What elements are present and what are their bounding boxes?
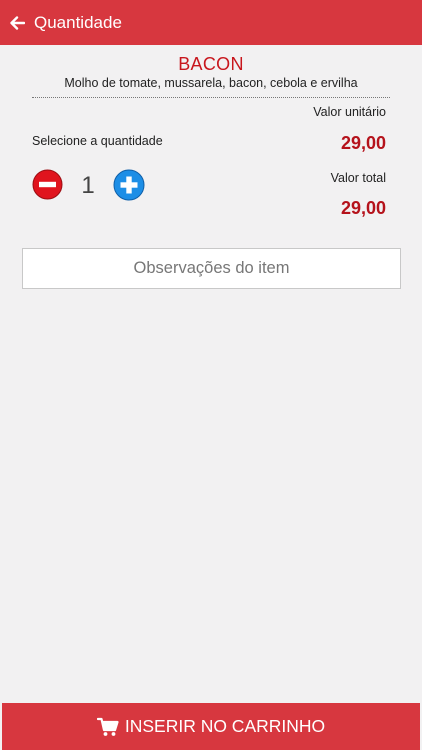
add-to-cart-label: INSERIR NO CARRINHO — [124, 716, 326, 736]
plus-circle-icon — [113, 169, 145, 201]
minus-circle-icon — [32, 169, 63, 200]
page-title: Quantidade — [34, 12, 122, 32]
add-to-cart-button[interactable]: INSERIR NO CARRINHO — [2, 703, 420, 750]
unit-price-label: Valor unitário — [313, 105, 386, 119]
app-header: Quantidade — [0, 0, 422, 45]
item-name: BACON — [178, 54, 244, 74]
total-price-label: Valor total — [330, 171, 386, 185]
unit-price-value: 29,00 — [340, 133, 386, 153]
divider — [32, 97, 390, 98]
back-button[interactable] — [0, 0, 34, 45]
decrease-quantity-button[interactable] — [32, 169, 63, 200]
observations-input[interactable]: Observações do item — [22, 248, 401, 289]
cart-icon — [96, 717, 119, 737]
quantity-label: Selecione a quantidade — [32, 134, 163, 148]
increase-quantity-button[interactable] — [113, 169, 145, 201]
arrow-left-icon — [9, 15, 25, 31]
total-price-value: 29,00 — [340, 198, 386, 218]
item-description: Molho de tomate, mussarela, bacon, cebol… — [64, 76, 358, 90]
quantity-value: 1 — [81, 172, 95, 199]
